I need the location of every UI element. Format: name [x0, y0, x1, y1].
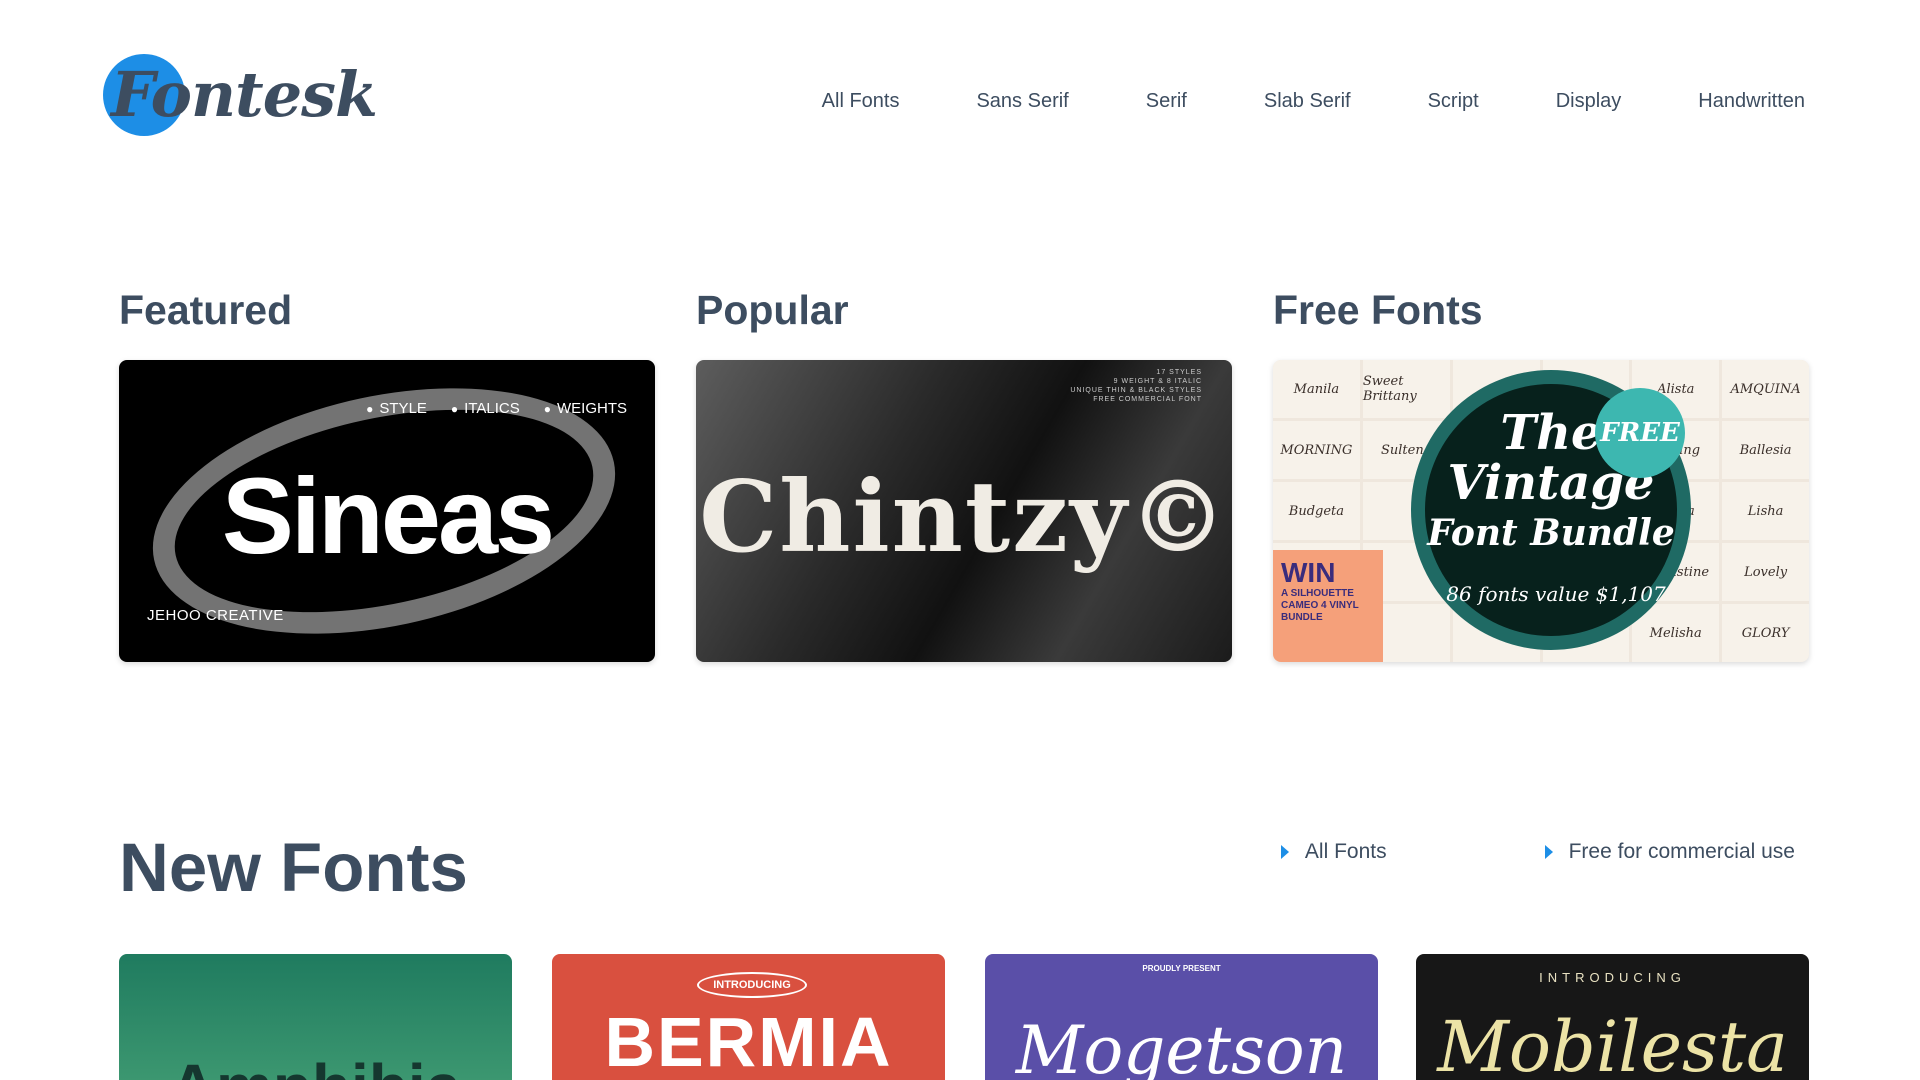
site-header: Fontesk All Fonts Sans Serif Serif Slab … [0, 0, 1920, 200]
new-font-pre: INTRODUCING [1539, 970, 1686, 985]
nav-item-display[interactable]: Display [1556, 88, 1622, 114]
nav-item-handwritten[interactable]: Handwritten [1698, 88, 1805, 114]
caret-right-icon [1544, 845, 1553, 859]
new-font-name: BERMIA [604, 1003, 893, 1080]
sineas-tag: ITALICS [451, 400, 520, 417]
logo-text: Fontesk [111, 58, 378, 131]
font-thumbnail: Lovely [1722, 543, 1809, 601]
sineas-tag: STYLE [366, 400, 427, 417]
win-big: WIN [1281, 557, 1336, 588]
new-font-pre: PROUDLY PRESENT [1142, 964, 1221, 973]
chintzy-detail-line: FREE COMMERCIAL FONT [1093, 396, 1202, 403]
win-promo: WIN A SILHOUETTE CAMEO 4 VINYL BUNDLE [1273, 550, 1383, 662]
link-all-fonts-label: All Fonts [1304, 840, 1387, 863]
link-free-commercial-label: Free for commercial use [1568, 840, 1795, 863]
free-fonts-title[interactable]: Free Fonts [1273, 284, 1809, 336]
font-thumbnail: Manila [1273, 360, 1360, 418]
caret-right-icon [1280, 845, 1289, 859]
chintzy-details: 17 STYLES 9 WEIGHT & 8 ITALIC UNIQUE THI… [1070, 368, 1202, 404]
new-font-name: Mobilesta [1437, 1006, 1788, 1080]
new-font-name: Amphibia [119, 1050, 512, 1080]
font-thumbnail: Ballesia [1722, 421, 1809, 479]
sineas-tags: STYLE ITALICS WEIGHTS [366, 400, 627, 417]
new-font-card-amphibia[interactable]: Amphibia [119, 954, 512, 1080]
nav-item-script[interactable]: Script [1428, 88, 1479, 114]
popular-card[interactable]: 17 STYLES 9 WEIGHT & 8 ITALIC UNIQUE THI… [696, 360, 1232, 662]
font-thumbnail: GLORY [1722, 604, 1809, 662]
popular-section: Popular 17 STYLES 9 WEIGHT & 8 ITALIC UN… [696, 284, 1232, 662]
featured-title[interactable]: Featured [119, 284, 655, 336]
font-thumbnail: MORNING [1273, 421, 1360, 479]
font-thumbnail: Lisha [1722, 482, 1809, 540]
nav-item-sans-serif[interactable]: Sans Serif [976, 88, 1068, 114]
nav-item-serif[interactable]: Serif [1146, 88, 1187, 114]
free-badge: FREE [1595, 388, 1685, 478]
chintzy-detail-line: 9 WEIGHT & 8 ITALIC [1113, 378, 1202, 385]
chintzy-detail-line: UNIQUE THIN & BLACK STYLES [1070, 387, 1202, 394]
sineas-tag: WEIGHTS [544, 400, 627, 417]
featured-section: Featured STYLE ITALICS WEIGHTS Sineas JE… [119, 284, 655, 662]
new-font-card-bermia[interactable]: INTRODUCING BERMIA [552, 954, 945, 1080]
font-thumbnail: Budgeta [1273, 482, 1360, 540]
vintage-footer: 86 fonts value $1,107 [1446, 582, 1666, 606]
popular-font-name: Chintzy© [699, 460, 1229, 575]
featured-credit: JEHOO CREATIVE [147, 607, 284, 624]
link-all-fonts[interactable]: All Fonts [1280, 840, 1387, 864]
nav-item-all-fonts[interactable]: All Fonts [822, 88, 900, 114]
main-nav: All Fonts Sans Serif Serif Slab Serif Sc… [822, 88, 1805, 114]
new-font-name: Mogetson [1015, 1012, 1348, 1080]
vintage-line-3: Font Bundle [1427, 512, 1675, 554]
popular-title[interactable]: Popular [696, 284, 1232, 336]
new-font-card-mogetson[interactable]: PROUDLY PRESENT Mogetson [985, 954, 1378, 1080]
new-font-card-mobilesta[interactable]: INTRODUCING Mobilesta [1416, 954, 1809, 1080]
featured-font-name: Sineas [221, 455, 555, 576]
font-thumbnail: AMQUINA [1722, 360, 1809, 418]
nav-item-slab-serif[interactable]: Slab Serif [1264, 88, 1351, 114]
site-logo[interactable]: Fontesk [103, 52, 378, 136]
chintzy-detail-line: 17 STYLES [1156, 369, 1202, 376]
new-fonts-title: New Fonts [119, 829, 468, 906]
new-font-pre: INTRODUCING [697, 972, 807, 998]
free-fonts-card[interactable]: Manila Sweet Brittany Alista AMQUINA MORNING… [1273, 360, 1809, 662]
free-fonts-section: Free Fonts Manila Sweet Brittany Alista AMQ… [1273, 284, 1809, 662]
win-text: A SILHOUETTE CAMEO 4 VINYL BUNDLE [1281, 588, 1359, 623]
link-free-commercial[interactable]: Free for commercial use [1544, 840, 1795, 864]
featured-card[interactable]: STYLE ITALICS WEIGHTS Sineas JEHOO CREAT… [119, 360, 655, 662]
new-fonts-links: All Fonts Free for commercial use [1280, 840, 1795, 864]
